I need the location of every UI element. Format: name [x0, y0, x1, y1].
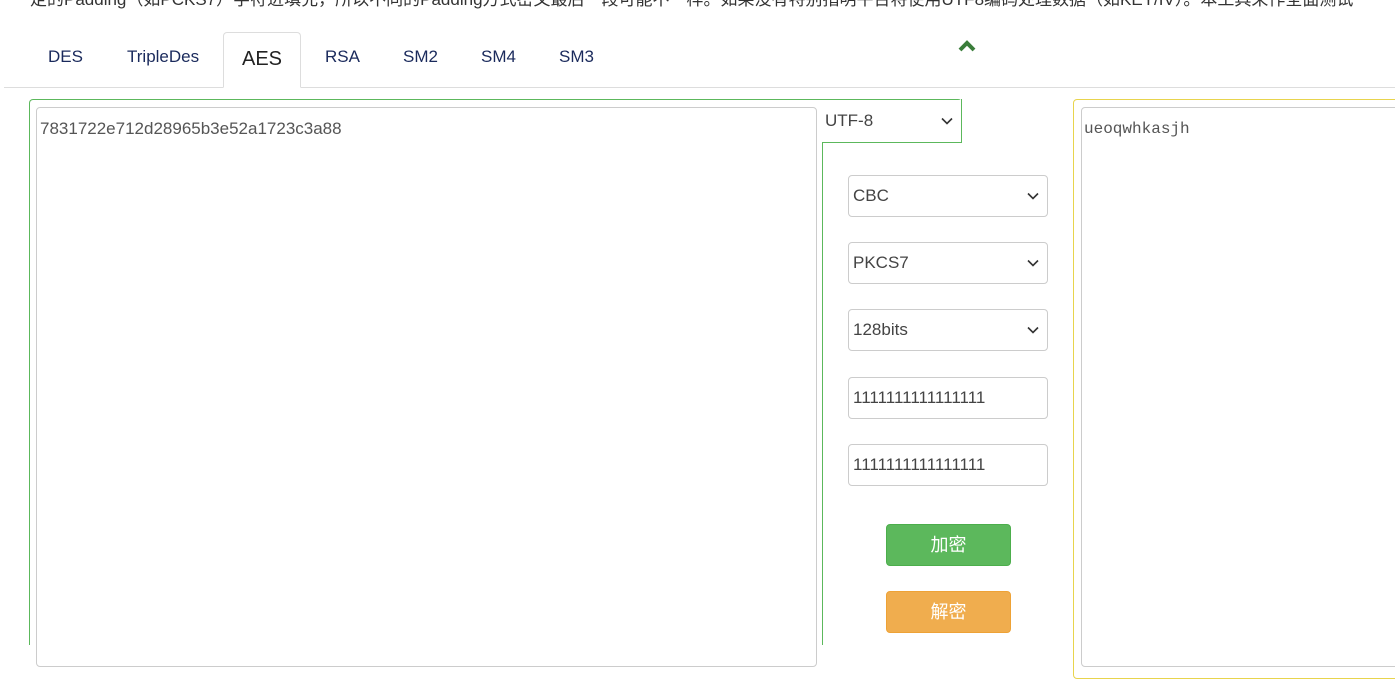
- key-size-select[interactable]: 128bits: [848, 309, 1048, 351]
- tab-rsa[interactable]: RSA: [325, 46, 360, 68]
- tab-sm2[interactable]: SM2: [403, 46, 438, 68]
- padding-select[interactable]: PKCS7: [848, 242, 1048, 284]
- tab-sm4[interactable]: SM4: [481, 46, 516, 68]
- input-panel-frame-left: [29, 143, 30, 645]
- chevron-down-icon: [1027, 192, 1039, 200]
- encoding-select[interactable]: UTF-8: [817, 100, 961, 142]
- input-panel-frame-edge: [961, 99, 962, 143]
- algorithm-tabs: DES TripleDes RSA SM2 SM4 SM3: [4, 0, 1395, 88]
- key-input[interactable]: [848, 377, 1048, 419]
- encrypt-button[interactable]: 加密: [886, 524, 1011, 566]
- tab-tripledes[interactable]: TripleDes: [127, 46, 199, 68]
- chevron-down-icon: [941, 117, 953, 125]
- tab-aes-label: AES: [241, 48, 283, 70]
- iv-input[interactable]: [848, 444, 1048, 486]
- mode-select[interactable]: CBC: [848, 175, 1048, 217]
- tab-aes[interactable]: AES: [223, 32, 301, 88]
- ciphertext-output[interactable]: ueoqwhkasjh: [1081, 107, 1395, 667]
- chevron-up-icon[interactable]: [957, 38, 977, 54]
- options-column-divider: [822, 143, 823, 645]
- key-size-select-value: 128bits: [853, 320, 908, 339]
- chevron-down-icon: [1027, 326, 1039, 334]
- plaintext-input[interactable]: 7831722e712d28965b3e52a1723c3a88: [36, 107, 817, 667]
- encoding-select-value: UTF-8: [825, 111, 874, 130]
- tab-sm3[interactable]: SM3: [559, 46, 594, 68]
- tab-des[interactable]: DES: [48, 46, 83, 68]
- chevron-down-icon: [1027, 259, 1039, 267]
- decrypt-button[interactable]: 解密: [886, 591, 1011, 633]
- mode-select-value: CBC: [853, 186, 889, 205]
- padding-select-value: PKCS7: [853, 253, 909, 272]
- input-panel-frame-notch: [822, 142, 962, 143]
